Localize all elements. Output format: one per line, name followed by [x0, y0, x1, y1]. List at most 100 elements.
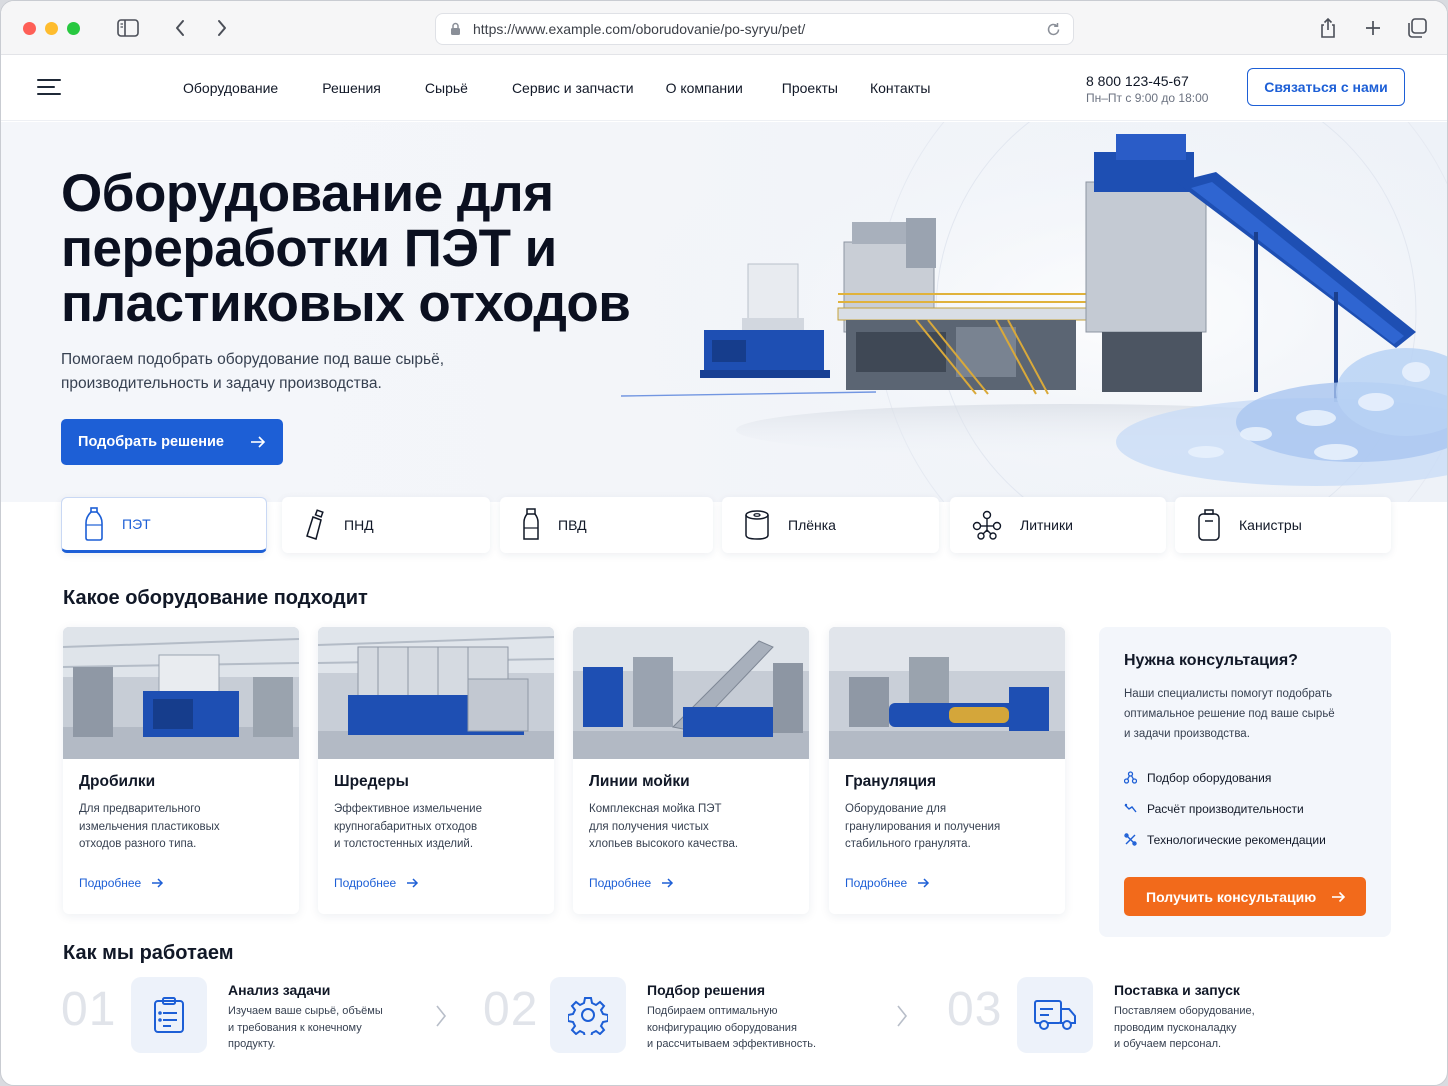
list-item: Подбор оборудования — [1124, 762, 1326, 793]
arrow-right-icon — [1332, 891, 1346, 902]
granulation-image — [829, 627, 1065, 759]
chart-line-icon — [1124, 803, 1137, 813]
step-number: 03 — [947, 983, 1003, 1036]
phone-block: 8 800 123-45-67 Пн–Пт с 9:00 до 18:00 — [1086, 73, 1208, 105]
sprue-icon — [972, 510, 1002, 540]
sidebar-toggle-icon[interactable] — [115, 15, 141, 41]
nav-item-raw-material[interactable]: Сырьё — [425, 80, 468, 96]
back-icon[interactable] — [167, 15, 193, 41]
site-header: Оборудование Решения Сырьё Сервис и запч… — [1, 55, 1447, 121]
recycling-line-illustration — [616, 122, 1447, 502]
equipment-card-crushers[interactable]: Дробилки Для предварительного измельчени… — [63, 627, 299, 914]
hero-title: Оборудование для переработки ПЭТ и пласт… — [61, 164, 631, 333]
share-icon[interactable] — [1315, 15, 1341, 41]
close-window-button[interactable] — [23, 22, 36, 35]
arrow-right-icon — [152, 878, 164, 888]
card-description: Оборудование для гранулирования и получе… — [845, 803, 1001, 850]
step-description: Подбираем оптимальную конфигурацию обору… — [647, 1005, 817, 1050]
list-item: Расчёт производительности — [1124, 793, 1326, 824]
step-title: Анализ задачи — [228, 982, 331, 998]
menu-icon[interactable] — [37, 79, 61, 97]
step-number: 02 — [483, 983, 539, 1036]
clipboard-icon — [131, 977, 207, 1053]
hero-section: Оборудование для переработки ПЭТ и пласт… — [1, 122, 1447, 502]
steps-section-title: Как мы работаем — [63, 942, 234, 964]
step-number: 01 — [61, 983, 117, 1036]
consultation-title: Нужна консультация? — [1124, 652, 1298, 669]
nav-item-service[interactable]: Сервис и запчасти — [512, 80, 634, 96]
card-description: Эффективное измельчение крупногабаритных… — [334, 803, 482, 850]
maximize-window-button[interactable] — [67, 22, 80, 35]
bottle-icon — [85, 507, 103, 541]
nav-item-contacts[interactable]: Контакты — [870, 80, 930, 96]
new-tab-icon[interactable] — [1360, 15, 1386, 41]
step-title: Поставка и запуск — [1114, 982, 1240, 998]
chevron-right-icon — [436, 1005, 447, 1027]
chevron-right-icon — [897, 1005, 908, 1027]
arrow-right-icon — [918, 878, 930, 888]
gear-icon — [550, 977, 626, 1053]
tools-icon — [1124, 833, 1137, 846]
forward-icon[interactable] — [209, 15, 235, 41]
tab-sprues[interactable]: Литники — [950, 497, 1166, 553]
card-more-link[interactable]: Подробнее — [589, 876, 674, 890]
equipment-card-granulation[interactable]: Грануляция Оборудование для гранулирован… — [829, 627, 1065, 914]
small-bottle-icon — [523, 508, 539, 540]
list-item: Технологические рекомендации — [1124, 824, 1326, 855]
arrow-right-icon — [407, 878, 419, 888]
card-more-link[interactable]: Подробнее — [334, 876, 419, 890]
consultation-list: Подбор оборудования Расчёт производитель… — [1124, 762, 1326, 855]
shredder-image — [318, 627, 554, 759]
arrow-right-icon — [662, 878, 674, 888]
browser-window: https://www.example.com/oborudovanie/po-… — [0, 0, 1448, 1086]
tab-film[interactable]: Плёнка — [722, 497, 939, 553]
get-consultation-button[interactable]: Получить консультацию — [1124, 877, 1366, 916]
material-tabs: ПЭТ ПНД ПВД Плёнка Литники Канистры — [61, 497, 1391, 555]
consultation-panel: Нужна консультация? Наши специалисты пом… — [1099, 627, 1391, 937]
step-description: Поставляем оборудование, проводим пускон… — [1114, 1005, 1255, 1050]
film-roll-icon — [745, 510, 769, 540]
card-description: Комплексная мойка ПЭТ для получения чист… — [589, 803, 739, 850]
card-more-link[interactable]: Подробнее — [79, 876, 164, 890]
card-title: Шредеры — [334, 773, 409, 790]
jerrycan-icon — [1198, 509, 1220, 541]
lock-icon — [451, 22, 460, 35]
truck-icon — [1017, 977, 1093, 1053]
consultation-text: Наши специалисты помогут подобрать оптим… — [1124, 688, 1335, 740]
nav-item-equipment[interactable]: Оборудование — [183, 80, 278, 96]
tab-pnd[interactable]: ПНД — [282, 497, 490, 553]
step-description: Изучаем ваше сырьё, объёмы и требования … — [228, 1005, 383, 1050]
card-title: Линии мойки — [589, 773, 690, 790]
washing-line-image — [573, 627, 809, 759]
nav-item-projects[interactable]: Проекты — [782, 80, 838, 96]
card-title: Дробилки — [79, 773, 156, 790]
arrow-right-icon — [250, 436, 266, 448]
tab-overview-icon[interactable] — [1404, 15, 1430, 41]
main-nav: Оборудование Решения Сырьё Сервис и запч… — [183, 80, 930, 96]
address-bar[interactable]: https://www.example.com/oborudovanie/po-… — [435, 13, 1074, 45]
window-controls — [23, 22, 80, 35]
equipment-card-washing-lines[interactable]: Линии мойки Комплексная мойка ПЭТ для по… — [573, 627, 809, 914]
card-title: Грануляция — [845, 773, 937, 790]
choose-solution-button[interactable]: Подобрать решение — [61, 419, 283, 465]
hero-lead: Помогаем подобрать оборудование под ваше… — [61, 351, 445, 392]
tab-canisters[interactable]: Канистры — [1175, 497, 1391, 553]
equipment-section-title: Какое оборудование подходит — [63, 587, 368, 609]
card-description: Для предварительного измельчения пластик… — [79, 803, 220, 850]
tab-pvd[interactable]: ПВД — [500, 497, 713, 553]
reload-icon[interactable] — [1046, 22, 1061, 37]
card-more-link[interactable]: Подробнее — [845, 876, 930, 890]
equipment-card-shredders[interactable]: Шредеры Эффективное измельчение крупнога… — [318, 627, 554, 914]
nav-item-about[interactable]: О компании — [666, 80, 743, 96]
phone-number[interactable]: 8 800 123-45-67 — [1086, 73, 1208, 89]
minimize-window-button[interactable] — [45, 22, 58, 35]
step-title: Подбор решения — [647, 982, 765, 998]
tab-pet[interactable]: ПЭТ — [61, 497, 267, 553]
work-hours: Пн–Пт с 9:00 до 18:00 — [1086, 91, 1209, 105]
url-text: https://www.example.com/oborudovanie/po-… — [473, 21, 806, 37]
canister-bottle-icon — [306, 509, 324, 540]
nav-item-solutions[interactable]: Решения — [322, 80, 381, 96]
contact-us-button[interactable]: Связаться с нами — [1247, 68, 1405, 106]
browser-toolbar: https://www.example.com/oborudovanie/po-… — [1, 1, 1447, 55]
network-icon — [1124, 771, 1137, 784]
